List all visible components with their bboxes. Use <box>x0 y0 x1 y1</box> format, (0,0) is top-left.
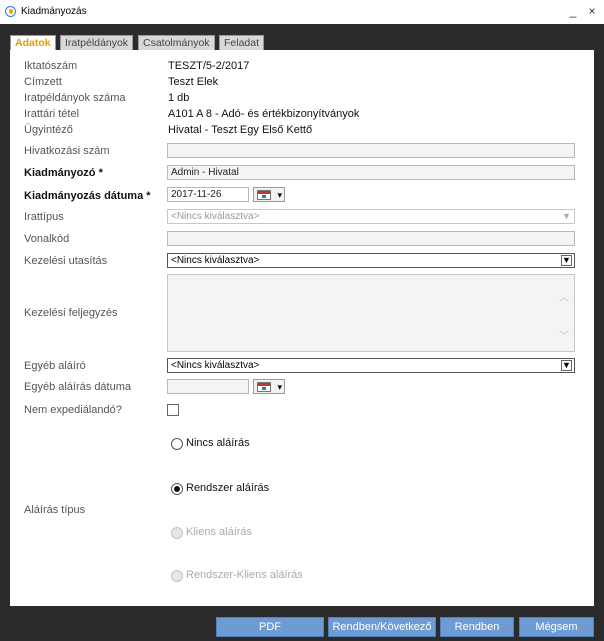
close-button[interactable]: × <box>584 3 600 19</box>
radio-label-kliens-alairas: Kliens aláírás <box>186 526 253 538</box>
kiadmanyozas-datuma-input[interactable]: 2017-11-26 <box>167 187 249 202</box>
egyeb-alairo-select[interactable]: <Nincs kiválasztva> ▼ <box>167 358 575 373</box>
label-egyeb-alairo: Egyéb aláíró <box>24 360 86 372</box>
label-irattari-tetel: Irattári tétel <box>24 108 80 120</box>
title-bar: Kiadmányozás _ × <box>0 0 604 24</box>
irattipus-selected: <Nincs kiválasztva> <box>171 211 260 222</box>
label-iktatoszam: Iktatószám <box>24 60 78 72</box>
label-hivatkozasi-szam: Hivatkozási szám <box>24 145 110 157</box>
value-cimzett: Teszt Elek <box>168 76 219 88</box>
label-iratpeldanyok-szama: Iratpéldányok száma <box>24 92 126 104</box>
egyeb-alairas-datuma-input[interactable] <box>167 379 249 394</box>
scroll-up-icon[interactable]: ︿ <box>558 289 570 304</box>
label-alairas-tipus: Aláírás típus <box>24 504 86 516</box>
next-button[interactable]: Rendben/Következő <box>328 617 436 637</box>
label-kiadmanyozo: Kiadmányozó * <box>24 167 103 179</box>
tab-feladat[interactable]: Feladat <box>219 35 265 50</box>
tab-csatolmanyok[interactable]: Csatolmányok <box>138 35 215 50</box>
kezelesi-feljegyzes-textarea[interactable]: ︿ ﹀ <box>167 274 575 352</box>
label-kezelesi-utasitas: Kezelési utasítás <box>24 255 108 267</box>
label-vonalkod: Vonalkód <box>24 233 70 245</box>
tab-adatok[interactable]: Adatok <box>10 35 56 51</box>
chevron-down-icon: ▼ <box>562 211 571 221</box>
calendar-icon <box>257 382 271 392</box>
label-egyeb-alairas-datuma: Egyéb aláírás dátuma <box>24 381 132 393</box>
date-picker-button[interactable]: ▾ <box>253 187 285 202</box>
chevron-down-icon: ▾ <box>277 382 282 392</box>
radio-rendszer-alairas[interactable] <box>171 483 183 495</box>
kezelesi-utasitas-select[interactable]: <Nincs kiválasztva> ▼ <box>167 253 575 268</box>
chevron-down-icon: ▼ <box>561 360 572 371</box>
label-kiadmanyozas-datuma: Kiadmányozás dátuma * <box>24 190 151 202</box>
minimize-button[interactable]: _ <box>565 3 581 19</box>
label-ugyintezo: Ügyintéző <box>24 124 73 136</box>
form-panel: Iktatószám TESZT/5-2/2017 Címzett Teszt … <box>10 50 594 606</box>
value-irattari-tetel: A101 A 8 - Adó- és értékbizonyítványok <box>168 108 360 120</box>
cancel-button[interactable]: Mégsem <box>519 617 594 637</box>
chevron-down-icon: ▼ <box>561 255 572 266</box>
value-iktatoszam: TESZT/5-2/2017 <box>168 60 250 72</box>
date-picker-button-2[interactable]: ▾ <box>253 379 285 394</box>
calendar-icon <box>257 190 271 200</box>
scroll-down-icon[interactable]: ﹀ <box>558 327 570 342</box>
irattipus-select[interactable]: <Nincs kiválasztva> ▼ <box>167 209 575 224</box>
label-cimzett: Címzett <box>24 76 62 88</box>
app-icon <box>5 6 16 17</box>
value-ugyintezo: Hivatal - Teszt Egy Első Kettő <box>168 124 313 136</box>
value-iratpeldanyok-szama: 1 db <box>168 92 190 104</box>
pdf-button[interactable]: PDF <box>216 617 324 637</box>
radio-kliens-alairas <box>171 527 183 539</box>
ok-button[interactable]: Rendben <box>440 617 514 637</box>
kiadmanyozo-field: Admin - Hivatal <box>167 165 575 180</box>
radio-label-nincs-alairas: Nincs aláírás <box>186 437 250 449</box>
egyeb-alairo-selected: <Nincs kiválasztva> <box>171 360 260 371</box>
radio-label-rendszer-kliens-alairas: Rendszer-Kliens aláírás <box>186 569 303 581</box>
radio-label-rendszer-alairas: Rendszer aláírás <box>186 482 270 494</box>
radio-rendszer-kliens-alairas <box>171 570 183 582</box>
vonalkod-input[interactable] <box>167 231 575 246</box>
tab-iratpeldanyok[interactable]: Iratpéldányok <box>60 35 134 50</box>
hivatkozasi-szam-input[interactable] <box>167 143 575 158</box>
label-nem-expedialando: Nem expediálandó? <box>24 404 122 416</box>
nem-expedialando-checkbox[interactable] <box>167 404 179 416</box>
radio-nincs-alairas[interactable] <box>171 438 183 450</box>
kezelesi-utasitas-selected: <Nincs kiválasztva> <box>171 255 260 266</box>
label-kezelesi-feljegyzes: Kezelési feljegyzés <box>24 307 118 319</box>
label-irattipus: Irattípus <box>24 211 64 223</box>
chevron-down-icon: ▾ <box>277 190 282 200</box>
window-title: Kiadmányozás <box>21 6 87 17</box>
